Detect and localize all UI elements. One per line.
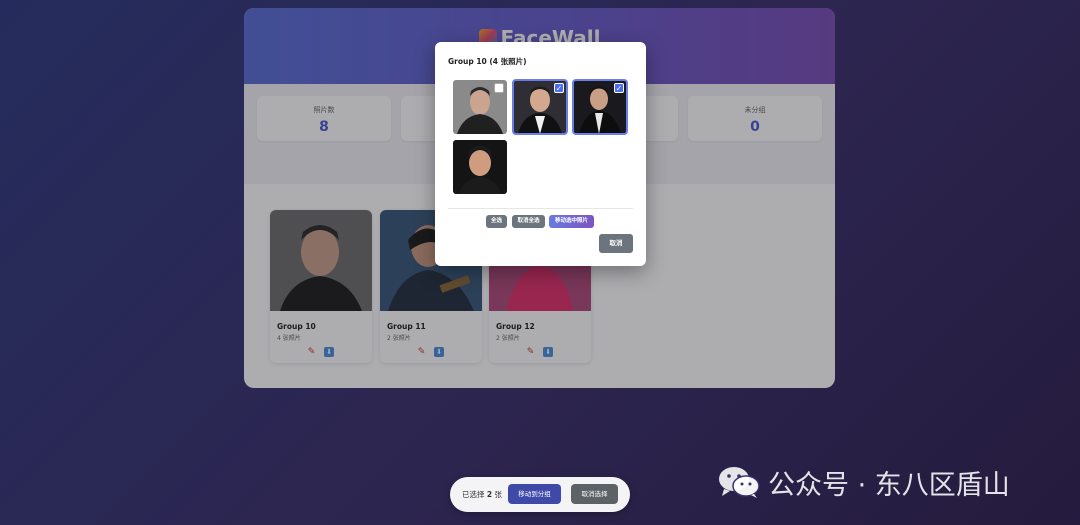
- photo-thumbnail[interactable]: ✓: [572, 79, 628, 135]
- selection-suffix: 张: [494, 490, 503, 499]
- watermark: 公众号 · 东八区盾山: [718, 462, 1010, 502]
- photo-thumbnail[interactable]: ✓: [512, 79, 568, 135]
- modal-divider: [448, 208, 633, 209]
- selection-count: 2: [486, 490, 493, 499]
- photo-checkbox[interactable]: [494, 83, 504, 93]
- selection-count-text: 已选择 2 张: [462, 489, 502, 500]
- photo-thumbnail[interactable]: [453, 80, 507, 134]
- wechat-logo-icon: [719, 467, 760, 498]
- photo-image: [453, 140, 507, 194]
- modal-cancel-button[interactable]: 取消: [599, 234, 633, 253]
- cancel-selection-button[interactable]: 取消选择: [571, 484, 618, 504]
- select-all-button[interactable]: 全选: [486, 215, 507, 228]
- photo-checkbox[interactable]: ✓: [614, 83, 624, 93]
- modal-title: Group 10 (4 张照片): [448, 57, 527, 66]
- move-to-group-button[interactable]: 移动到分组: [508, 484, 561, 504]
- photo-thumbnail[interactable]: [453, 140, 507, 194]
- group-photos-modal: Group 10 (4 张照片) ✓ ✓ 全选 取消全选 移动选中照片 取消: [435, 42, 646, 266]
- selection-bar: 已选择 2 张 移动到分组 取消选择: [450, 477, 630, 512]
- deselect-all-button[interactable]: 取消全选: [512, 215, 545, 228]
- selection-prefix: 已选择: [462, 490, 485, 499]
- watermark-text: 公众号 · 东八区盾山: [768, 469, 1010, 501]
- move-selected-button[interactable]: 移动选中照片: [549, 215, 594, 228]
- photo-checkbox[interactable]: ✓: [554, 83, 564, 93]
